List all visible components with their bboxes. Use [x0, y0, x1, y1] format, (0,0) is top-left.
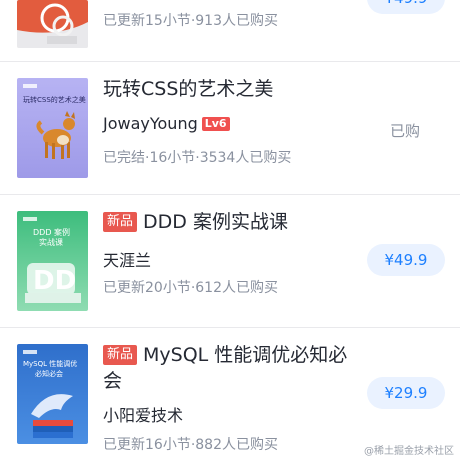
price-button[interactable]: ¥29.9	[367, 377, 445, 409]
svg-text:实战课: 实战课	[39, 237, 63, 247]
course-cover[interactable]: 玩转CSS的艺术之美	[17, 78, 88, 178]
svg-text:MySQL 性能调优: MySQL 性能调优	[23, 359, 77, 368]
course-meta: 已更新15小节·913人已购买	[103, 13, 278, 29]
svg-text:DDD 案例: DDD 案例	[33, 227, 70, 237]
ddd-cover-icon: DDD 案例 实战课 DD	[17, 211, 88, 311]
course-author[interactable]: 天涯兰	[103, 247, 151, 271]
course-item[interactable]: 玩转CSS的艺术之美 玩转CSS的艺术之美 JowayYoung Lv6 已完结·…	[0, 62, 460, 194]
course-cover[interactable]	[17, 0, 88, 48]
course-author[interactable]: 小阳爱技术	[103, 402, 183, 426]
course-cover[interactable]: DDD 案例 实战课 DD	[17, 211, 88, 311]
cover-art-icon	[17, 0, 88, 48]
course-title[interactable]: 新品 MySQL 性能调优必知必会	[103, 342, 353, 394]
course-title[interactable]: 玩转CSS的艺术之美	[103, 76, 273, 102]
new-badge: 新品	[103, 212, 138, 232]
new-badge: 新品	[103, 345, 138, 365]
course-item[interactable]: 已更新15小节·913人已购买 ¥49.9	[0, 0, 460, 48]
price-button[interactable]: ¥49.9	[367, 0, 445, 14]
watermark: @稀土掘金技术社区	[364, 446, 454, 457]
cover-title: 玩转CSS的艺术之美	[23, 95, 86, 104]
svg-text:必知必会: 必知必会	[35, 369, 63, 378]
author-name[interactable]: JowayYoung	[103, 114, 198, 133]
dog-cover-icon: 玩转CSS的艺术之美	[17, 78, 88, 178]
course-item[interactable]: DDD 案例 实战课 DD 新品 DDD 案例实战课 天涯兰 已更新20小节·61…	[0, 195, 460, 327]
course-meta: 已完结·16小节·3534人已购买	[103, 150, 292, 166]
course-meta: 已更新20小节·612人已购买	[103, 280, 278, 296]
purchased-status: 已购	[389, 122, 420, 140]
mysql-cover-icon: MySQL 性能调优 必知必会	[17, 344, 88, 444]
course-cover[interactable]: MySQL 性能调优 必知必会	[17, 344, 88, 444]
level-badge: Lv6	[201, 117, 230, 131]
course-title-text[interactable]: DDD 案例实战课	[143, 211, 288, 233]
course-title-text[interactable]: MySQL 性能调优必知必会	[103, 344, 347, 392]
course-title[interactable]: 新品 DDD 案例实战课	[103, 209, 288, 235]
course-meta: 已更新16小节·882人已购买	[103, 437, 278, 453]
course-item[interactable]: MySQL 性能调优 必知必会 新品 MySQL 性能调优必知必会 小阳爱技术 已…	[0, 328, 460, 460]
price-button[interactable]: ¥49.9	[367, 244, 445, 276]
course-author[interactable]: JowayYoung Lv6	[103, 114, 230, 133]
svg-text:DD: DD	[33, 266, 76, 296]
